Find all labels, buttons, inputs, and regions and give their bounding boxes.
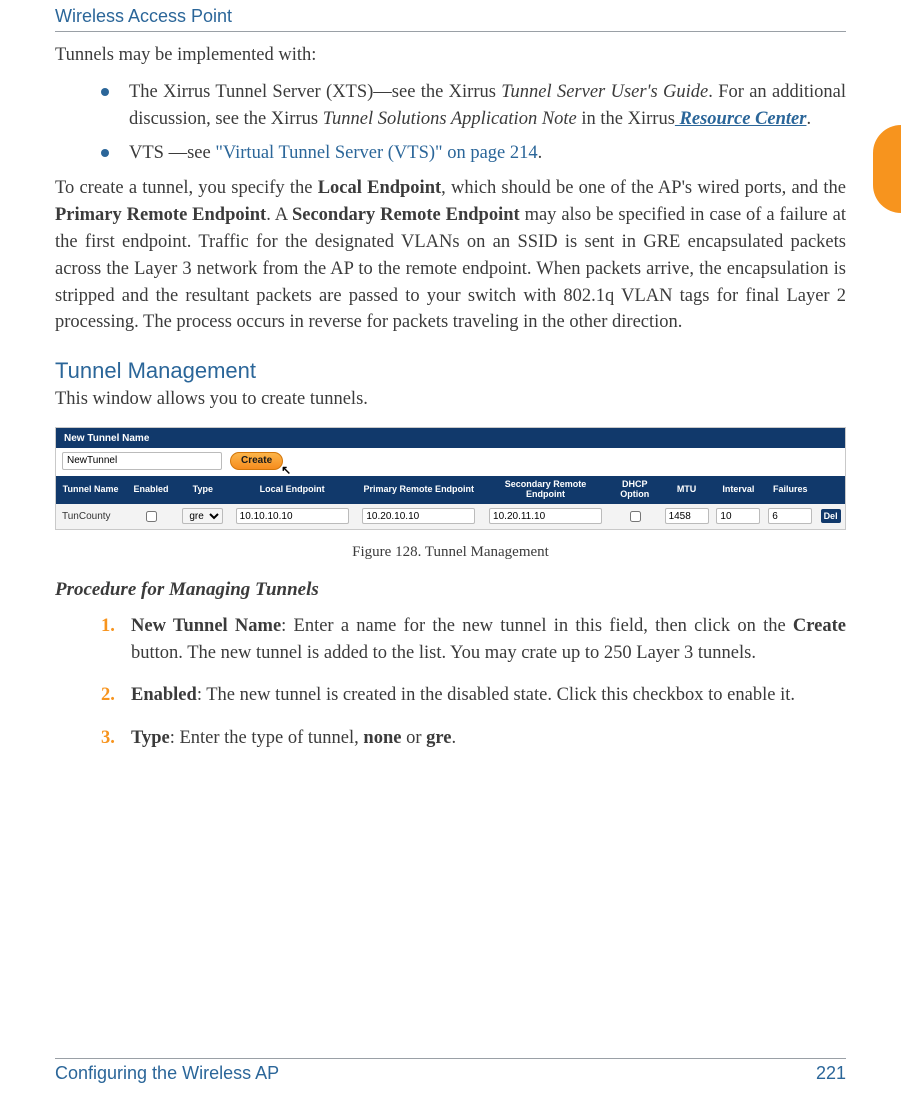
step-3-b3: gre (426, 728, 451, 748)
procedure-steps: 1. New Tunnel Name: Enter a name for the… (55, 613, 846, 752)
step-1-term: New Tunnel Name (131, 616, 281, 636)
p1c: , which should be one of the AP's wired … (441, 178, 846, 198)
cell-local (229, 504, 356, 529)
bullet-2-text: VTS —see (129, 143, 215, 163)
table-header-row: Tunnel Name Enabled Type Local Endpoint … (56, 476, 845, 504)
failures-input[interactable] (768, 508, 812, 524)
step-1-a: : Enter a name for the new tunnel in thi… (281, 616, 793, 636)
th-enabled: Enabled (125, 476, 177, 504)
step-3-end: . (451, 728, 456, 748)
bullet-1-em1: Tunnel Server User's Guide (501, 82, 708, 102)
dhcp-checkbox[interactable] (630, 511, 641, 522)
footer-left: Configuring the Wireless AP (55, 1063, 279, 1084)
table-row: TunCounty gre Del (56, 504, 845, 529)
cell-enabled (125, 504, 177, 529)
step-1-c: button. The new tunnel is added to the l… (131, 643, 756, 663)
th-failures: Failures (764, 476, 816, 504)
th-interval: Interval (712, 476, 764, 504)
p1d: Primary Remote Endpoint (55, 205, 266, 225)
new-tunnel-row: Create ↖ (56, 448, 845, 476)
delete-button[interactable]: Del (821, 509, 841, 523)
cell-failures (764, 504, 816, 529)
cell-secondary (482, 504, 609, 529)
step-3: 3. Type: Enter the type of tunnel, none … (101, 725, 846, 752)
bullet-1-text: The Xirrus Tunnel Server (XTS)—see the X… (129, 82, 501, 102)
create-button[interactable]: Create ↖ (230, 452, 283, 470)
cell-delete: Del (816, 504, 845, 529)
section-heading: Tunnel Management (55, 358, 846, 384)
mtu-input[interactable] (665, 508, 709, 524)
p1b: Local Endpoint (318, 178, 441, 198)
step-1: 1. New Tunnel Name: Enter a name for the… (101, 613, 846, 667)
tunnel-table: Tunnel Name Enabled Type Local Endpoint … (56, 476, 845, 529)
section-sub: This window allows you to create tunnels… (55, 386, 846, 413)
running-header: Wireless Access Point (55, 0, 846, 32)
section-tab (873, 125, 901, 213)
th-type: Type (177, 476, 229, 504)
resource-center-link[interactable]: Resource Center (675, 109, 807, 129)
bullet-1: The Xirrus Tunnel Server (XTS)—see the X… (101, 79, 846, 133)
step-3-b2: none (363, 728, 401, 748)
bullet-1-em2: Tunnel Solutions Application Note (323, 109, 577, 129)
step-2-term: Enabled (131, 685, 197, 705)
vts-xref[interactable]: "Virtual Tunnel Server (VTS)" on page 21… (215, 143, 537, 163)
page-footer: Configuring the Wireless AP 221 (55, 1058, 846, 1084)
bullet-2: VTS —see "Virtual Tunnel Server (VTS)" o… (101, 140, 846, 167)
bullet-1-end: . (806, 109, 811, 129)
new-tunnel-name-label: New Tunnel Name (56, 428, 845, 448)
th-primary: Primary Remote Endpoint (355, 476, 482, 504)
th-mtu: MTU (661, 476, 713, 504)
th-secondary: Secondary Remote Endpoint (482, 476, 609, 504)
cell-primary (355, 504, 482, 529)
step-1-b2: Create (793, 616, 846, 636)
cell-mtu (661, 504, 713, 529)
cell-dhcp (609, 504, 661, 529)
new-tunnel-input[interactable] (62, 452, 222, 470)
procedure-title: Procedure for Managing Tunnels (55, 579, 846, 601)
footer-page-number: 221 (816, 1063, 846, 1084)
cell-interval (712, 504, 764, 529)
step-3-a: : Enter the type of tunnel, (170, 728, 364, 748)
step-2: 2. Enabled: The new tunnel is created in… (101, 682, 846, 709)
step-3-mid: or (401, 728, 426, 748)
header-title: Wireless Access Point (55, 6, 232, 26)
cell-type: gre (177, 504, 229, 529)
cell-name: TunCounty (56, 504, 125, 529)
enabled-checkbox[interactable] (146, 511, 157, 522)
create-button-label: Create (241, 455, 272, 466)
tunnel-mgmt-screenshot: New Tunnel Name Create ↖ Tunnel Name Ena… (55, 427, 846, 530)
step-2-num: 2. (101, 682, 115, 709)
step-3-num: 3. (101, 725, 115, 752)
step-3-term: Type (131, 728, 170, 748)
page: Wireless Access Point Tunnels may be imp… (0, 0, 901, 1114)
th-blank (816, 476, 845, 504)
main-paragraph: To create a tunnel, you specify the Loca… (55, 175, 846, 336)
bullet-2-end: . (538, 143, 543, 163)
bullet-1-post: in the Xirrus (577, 109, 675, 129)
secondary-endpoint-input[interactable] (489, 508, 602, 524)
bullet-list: The Xirrus Tunnel Server (XTS)—see the X… (55, 79, 846, 167)
th-name: Tunnel Name (56, 476, 125, 504)
figure-128: New Tunnel Name Create ↖ Tunnel Name Ena… (55, 427, 846, 561)
primary-endpoint-input[interactable] (362, 508, 475, 524)
step-1-num: 1. (101, 613, 115, 640)
interval-input[interactable] (716, 508, 760, 524)
cursor-icon: ↖ (281, 463, 291, 477)
th-dhcp: DHCP Option (609, 476, 661, 504)
th-local: Local Endpoint (229, 476, 356, 504)
step-2-a: : The new tunnel is created in the disab… (197, 685, 795, 705)
p1e: . A (266, 205, 292, 225)
local-endpoint-input[interactable] (236, 508, 349, 524)
figure-caption: Figure 128. Tunnel Management (55, 544, 846, 561)
p1a: To create a tunnel, you specify the (55, 178, 318, 198)
type-select[interactable]: gre (182, 508, 223, 524)
p1f: Secondary Remote Endpoint (292, 205, 520, 225)
intro-text: Tunnels may be implemented with: (55, 42, 846, 69)
